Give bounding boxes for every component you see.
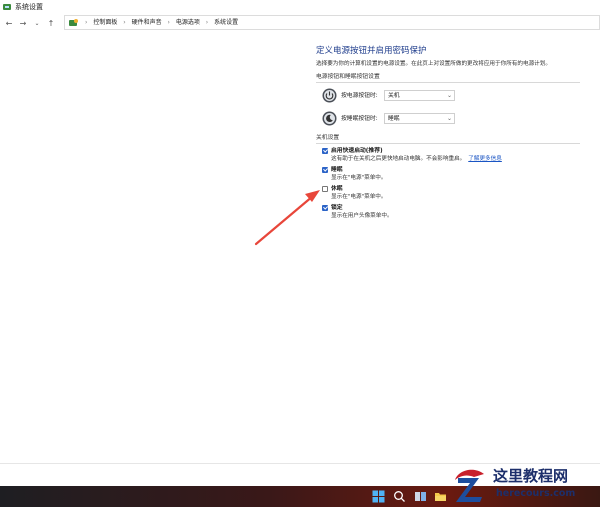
annotation-arrow-icon	[254, 190, 320, 246]
watermark-url: herecours.com	[496, 488, 576, 499]
windows-start-icon[interactable]	[372, 490, 385, 503]
watermark-logo-icon	[455, 469, 484, 502]
task-view-icon[interactable]	[414, 490, 427, 503]
watermark-title: 这里教程网	[493, 467, 569, 485]
site-watermark: 这里教程网 herecours.com	[446, 462, 600, 507]
search-icon[interactable]	[393, 490, 406, 503]
